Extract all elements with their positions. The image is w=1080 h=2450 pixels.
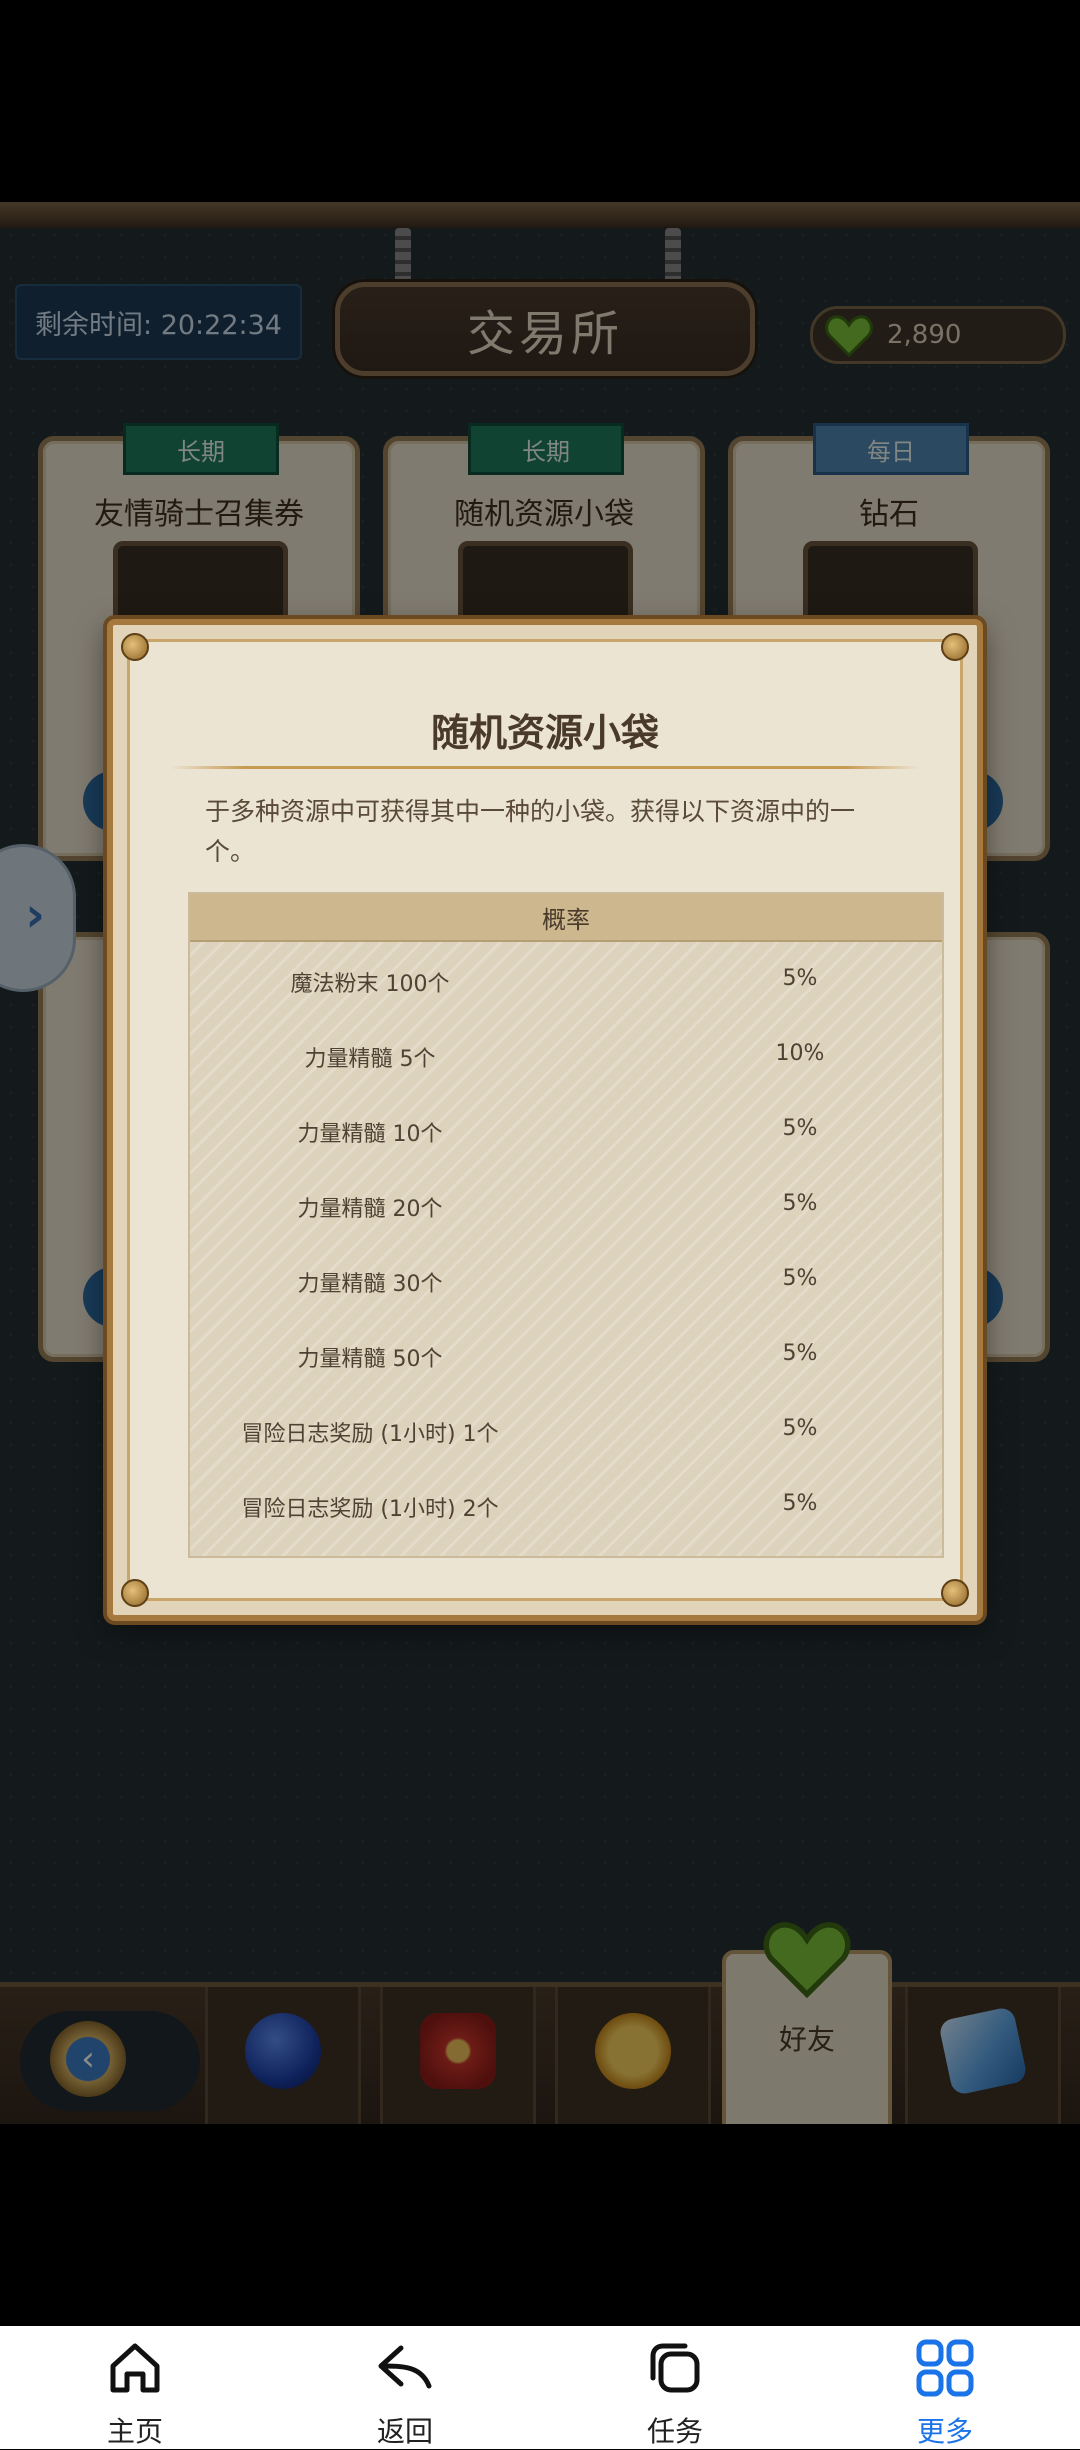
row-rate: 5% xyxy=(782,1191,818,1216)
corner-stud xyxy=(941,1579,969,1607)
row-item: 力量精髓 10个 xyxy=(297,1122,443,1147)
table-row: 力量精髓 20个 5% xyxy=(190,1167,942,1242)
row-rate: 5% xyxy=(782,966,818,991)
table-row: 力量精髓 50个 5% xyxy=(190,1317,942,1392)
table-row: 力量精髓 10个 5% xyxy=(190,1092,942,1167)
tasks-icon xyxy=(650,2343,700,2393)
table-row: 冒险日志奖励 (1小时) 1个 5% xyxy=(190,1392,942,1467)
row-item: 力量精髓 30个 xyxy=(297,1272,443,1297)
nav-back-label: 返回 xyxy=(376,2415,433,2448)
row-item: 魔法粉末 100个 xyxy=(290,972,450,997)
table-row: 冒险日志奖励 (1小时) 2个 5% xyxy=(190,1467,942,1542)
corner-stud xyxy=(941,633,969,661)
probability-table: 概率 魔法粉末 100个 5% 力量精髓 5个 10% 力量精髓 10个 5% … xyxy=(188,892,944,1558)
row-rate: 5% xyxy=(782,1491,818,1516)
dialog-title: 随机资源小袋 xyxy=(430,711,659,755)
corner-stud xyxy=(121,1579,149,1607)
game-screen: 剩余时间: 20:22:34 交易所 2,890 长期 友情骑士召集券 长期 随… xyxy=(0,202,1080,2124)
item-detail-dialog: 随机资源小袋 于多种资源中可获得其中一种的小袋。获得以下资源中的一个。 概率 魔… xyxy=(107,619,983,1621)
row-item: 力量精髓 5个 xyxy=(304,1047,436,1072)
row-item: 力量精髓 50个 xyxy=(297,1347,443,1372)
nav-more-label: 更多 xyxy=(916,2415,973,2448)
row-item: 冒险日志奖励 (1小时) 2个 xyxy=(241,1497,499,1522)
dialog-inner: 随机资源小袋 于多种资源中可获得其中一种的小袋。获得以下资源中的一个。 概率 魔… xyxy=(127,639,963,1601)
home-icon xyxy=(110,2343,160,2393)
corner-stud xyxy=(121,633,149,661)
row-item: 力量精髓 20个 xyxy=(297,1197,443,1222)
probability-header: 概率 xyxy=(190,894,942,942)
nav-more[interactable]: 更多 xyxy=(810,2326,1080,2449)
table-row: 力量精髓 5个 10% xyxy=(190,1017,942,1092)
row-rate: 10% xyxy=(775,1041,825,1066)
table-row: 力量精髓 30个 5% xyxy=(190,1242,942,1317)
row-item: 冒险日志奖励 (1小时) 1个 xyxy=(241,1422,499,1447)
dialog-description: 于多种资源中可获得其中一种的小袋。获得以下资源中的一个。 xyxy=(205,797,856,866)
row-rate: 5% xyxy=(782,1266,818,1291)
nav-home-label: 主页 xyxy=(106,2415,163,2448)
system-nav-bar: 主页 返回 任务 更多 xyxy=(0,2326,1080,2449)
row-rate: 5% xyxy=(782,1416,818,1441)
row-rate: 5% xyxy=(782,1341,818,1366)
reply-arrow-icon xyxy=(378,2345,432,2389)
dialog-divider xyxy=(170,766,920,769)
nav-back[interactable]: 返回 xyxy=(270,2326,540,2449)
nav-home[interactable]: 主页 xyxy=(0,2326,270,2449)
row-rate: 5% xyxy=(782,1116,818,1141)
nav-tasks-label: 任务 xyxy=(646,2415,703,2448)
table-row: 魔法粉末 100个 5% xyxy=(190,942,942,1017)
grid-icon xyxy=(916,2339,974,2397)
nav-tasks[interactable]: 任务 xyxy=(540,2326,810,2449)
